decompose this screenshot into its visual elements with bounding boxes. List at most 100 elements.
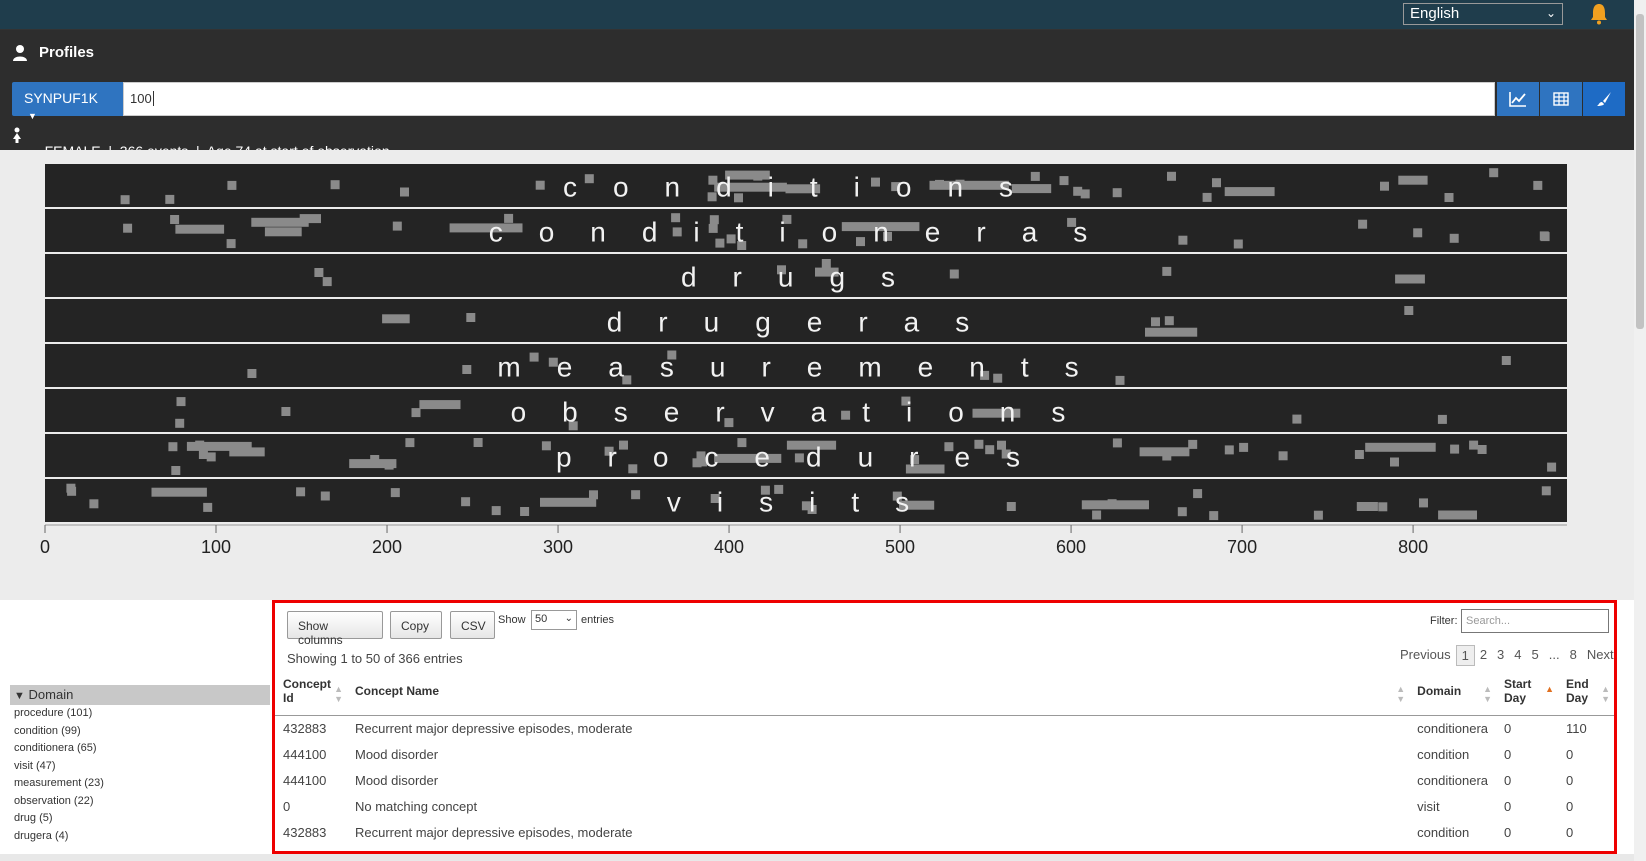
event-mark[interactable] xyxy=(1540,232,1550,242)
language-select[interactable]: English ⌄ xyxy=(1403,3,1563,25)
event-mark[interactable] xyxy=(1450,444,1460,454)
event-mark[interactable] xyxy=(520,507,530,516)
event-mark[interactable] xyxy=(540,497,597,507)
event-mark[interactable] xyxy=(1112,438,1122,448)
event-mark[interactable] xyxy=(1164,316,1174,326)
previous-page-button[interactable]: Previous xyxy=(1395,645,1456,666)
event-mark[interactable] xyxy=(151,487,207,497)
event-mark[interactable] xyxy=(1092,510,1102,520)
event-mark[interactable] xyxy=(1006,502,1016,511)
event-mark[interactable] xyxy=(1395,274,1425,284)
event-mark[interactable] xyxy=(1449,233,1459,243)
event-mark[interactable] xyxy=(541,441,551,451)
event-mark[interactable] xyxy=(390,488,400,498)
event-mark[interactable] xyxy=(1059,176,1069,186)
event-mark[interactable] xyxy=(176,397,186,407)
page-button[interactable]: 5 xyxy=(1527,645,1544,666)
event-mark[interactable] xyxy=(1212,178,1221,188)
event-mark[interactable] xyxy=(1419,498,1428,508)
facet-item[interactable]: visit (47) xyxy=(10,758,270,776)
table-row[interactable]: 432883 Recurrent major depressive episode… xyxy=(275,819,1614,845)
event-mark[interactable] xyxy=(1541,486,1551,496)
facet-item[interactable]: procedure (101) xyxy=(10,705,270,723)
event-mark[interactable] xyxy=(1167,171,1176,181)
column-header-start-day[interactable]: Start Day ▲ xyxy=(1496,668,1558,716)
event-mark[interactable] xyxy=(198,450,208,459)
column-header-end-day[interactable]: End Day ▲ ▼ xyxy=(1558,668,1614,716)
page-size-select[interactable]: 50 ⌄ xyxy=(531,610,577,630)
bell-icon[interactable] xyxy=(1588,2,1610,26)
event-mark[interactable] xyxy=(1177,507,1187,517)
page-button[interactable]: 2 xyxy=(1475,645,1492,666)
table-row[interactable]: 444100 Mood disorder conditionera 0 0 xyxy=(275,767,1614,793)
event-mark[interactable] xyxy=(89,499,99,509)
event-mark[interactable] xyxy=(1202,192,1212,202)
vertical-scrollbar[interactable] xyxy=(1634,0,1646,861)
facet-item[interactable]: conditionera (65) xyxy=(10,740,270,758)
event-mark[interactable] xyxy=(168,442,178,452)
event-mark[interactable] xyxy=(382,314,410,324)
event-mark[interactable] xyxy=(1292,414,1302,424)
event-mark[interactable] xyxy=(631,490,641,500)
facet-item[interactable]: condition (99) xyxy=(10,723,270,741)
event-mark[interactable] xyxy=(203,502,213,512)
event-mark[interactable] xyxy=(171,466,181,475)
page-button[interactable]: 3 xyxy=(1492,645,1509,666)
event-mark[interactable] xyxy=(1139,447,1190,457)
event-mark[interactable] xyxy=(67,486,77,496)
event-mark[interactable] xyxy=(473,438,483,447)
person-id-input[interactable]: 100 xyxy=(123,82,1495,116)
event-mark[interactable] xyxy=(1398,175,1428,185)
column-header-concept-name[interactable]: Concept Name ▲ ▼ xyxy=(347,668,1410,716)
chart-view-button[interactable] xyxy=(1497,82,1539,116)
event-mark[interactable] xyxy=(330,180,340,190)
event-mark[interactable] xyxy=(165,194,175,204)
event-mark[interactable] xyxy=(491,506,501,516)
scrollbar-thumb[interactable] xyxy=(1636,14,1644,329)
event-mark[interactable] xyxy=(1080,189,1090,199)
event-mark[interactable] xyxy=(1469,440,1479,450)
event-mark[interactable] xyxy=(1145,327,1198,337)
page-button[interactable]: 8 xyxy=(1565,645,1582,666)
event-mark[interactable] xyxy=(1438,510,1477,520)
event-mark[interactable] xyxy=(1378,502,1388,512)
facet-item[interactable]: drug (5) xyxy=(10,810,270,828)
event-mark[interactable] xyxy=(462,365,472,374)
facet-item[interactable]: observation (22) xyxy=(10,793,270,811)
event-mark[interactable] xyxy=(1233,239,1243,249)
event-mark[interactable] xyxy=(1444,193,1454,202)
page-button[interactable]: 1 xyxy=(1455,645,1475,666)
event-mark[interactable] xyxy=(1162,266,1172,276)
event-mark[interactable] xyxy=(1356,502,1378,511)
event-mark[interactable] xyxy=(1178,235,1188,245)
event-mark[interactable] xyxy=(1224,445,1234,455)
event-mark[interactable] xyxy=(322,277,332,287)
event-mark[interactable] xyxy=(1151,317,1160,327)
event-mark[interactable] xyxy=(1477,445,1487,454)
event-mark[interactable] xyxy=(400,187,409,197)
event-mark[interactable] xyxy=(1193,489,1203,499)
table-view-button[interactable] xyxy=(1540,82,1582,116)
event-mark[interactable] xyxy=(1533,180,1543,190)
event-mark[interactable] xyxy=(1081,500,1149,510)
event-mark[interactable] xyxy=(314,268,324,277)
event-mark[interactable] xyxy=(1112,188,1122,198)
event-mark[interactable] xyxy=(405,438,415,448)
event-mark[interactable] xyxy=(1501,356,1511,365)
event-mark[interactable] xyxy=(1278,451,1288,461)
event-mark[interactable] xyxy=(1115,375,1125,385)
event-mark[interactable] xyxy=(949,269,959,279)
event-mark[interactable] xyxy=(247,369,257,378)
copy-button[interactable]: Copy xyxy=(390,611,442,639)
event-mark[interactable] xyxy=(186,441,252,451)
event-mark[interactable] xyxy=(466,313,476,322)
event-mark[interactable] xyxy=(1437,414,1447,424)
event-mark[interactable] xyxy=(411,408,421,418)
event-mark[interactable] xyxy=(1365,442,1436,452)
facet-item[interactable]: drugera (4) xyxy=(10,828,270,846)
event-mark[interactable] xyxy=(281,407,291,416)
event-mark[interactable] xyxy=(320,491,330,501)
event-mark[interactable] xyxy=(264,227,302,237)
event-mark[interactable] xyxy=(1239,442,1249,452)
page-button[interactable]: 4 xyxy=(1509,645,1526,666)
